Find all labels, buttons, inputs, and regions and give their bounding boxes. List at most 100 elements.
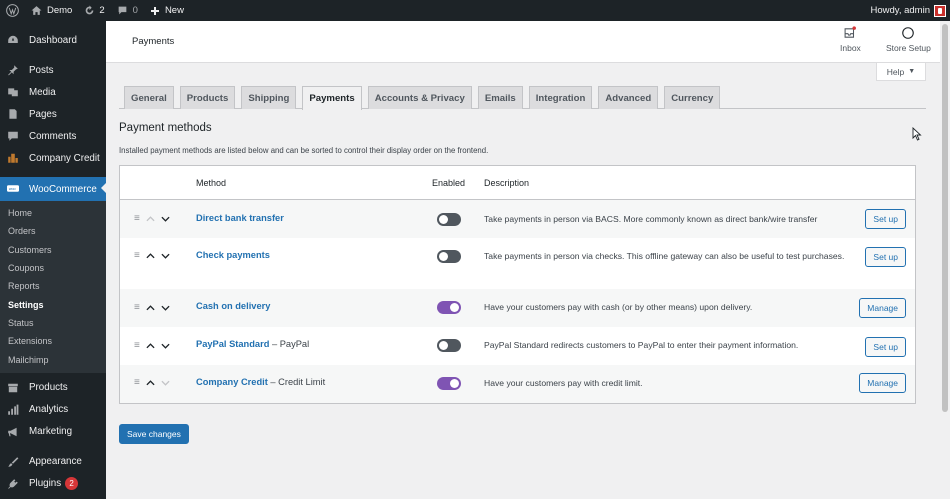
sort-controls: ≡ — [134, 250, 170, 261]
chevron-down-icon[interactable] — [161, 214, 170, 223]
greeting: Howdy, admin — [870, 5, 931, 16]
gateway-name-link[interactable]: Company Credit – Credit Limit — [196, 377, 325, 387]
tab-currency[interactable]: Currency — [664, 86, 721, 109]
new-content-link[interactable]: New — [144, 0, 190, 21]
section-description: Installed payment methods are listed bel… — [119, 146, 489, 155]
enabled-toggle[interactable] — [437, 339, 461, 352]
gateway-name-link[interactable]: Check payments — [196, 250, 270, 260]
sidebar-item-woocommerce[interactable]: woo WooCommerce — [0, 177, 106, 201]
setup-button[interactable]: Set up — [865, 247, 906, 267]
drag-handle-icon[interactable]: ≡ — [134, 302, 140, 313]
sidebar-item-posts[interactable]: Posts — [0, 59, 106, 81]
enabled-toggle[interactable] — [437, 301, 461, 314]
manage-button[interactable]: Manage — [859, 298, 906, 318]
chevron-down-icon[interactable] — [161, 341, 170, 350]
table-row: ≡ Check payments Take payments in person… — [120, 238, 915, 289]
sidebar-item-comments[interactable]: Comments — [0, 125, 106, 147]
submenu-item-coupons[interactable]: Coupons — [0, 259, 106, 277]
gateway-name-link[interactable]: PayPal Standard – PayPal — [196, 339, 309, 349]
sidebar-item-marketing[interactable]: Marketing — [0, 421, 106, 443]
chevron-up-icon[interactable] — [146, 341, 155, 350]
submenu-item-home[interactable]: Home — [0, 204, 106, 222]
gateway-name-link[interactable]: Cash on delivery — [196, 301, 270, 311]
admin-sidebar: Dashboard Posts Media Pages Comments Com… — [0, 21, 106, 499]
archive-icon — [7, 382, 19, 394]
sidebar-item-label: Dashboard — [29, 34, 77, 46]
gateway-name: PayPal Standard — [196, 339, 270, 349]
sidebar-item-products[interactable]: Products — [0, 377, 106, 399]
setup-button[interactable]: Set up — [865, 209, 906, 229]
sidebar-item-analytics[interactable]: Analytics — [0, 399, 106, 421]
help-tab-button[interactable]: Help ▼ — [876, 63, 926, 81]
save-changes-button[interactable]: Save changes — [119, 424, 189, 444]
enabled-toggle[interactable] — [437, 377, 461, 390]
tab-advanced[interactable]: Advanced — [598, 86, 659, 109]
account-menu[interactable]: Howdy, admin — [870, 4, 950, 17]
drag-handle-icon[interactable]: ≡ — [134, 340, 140, 351]
submenu-item-extensions[interactable]: Extensions — [0, 332, 106, 350]
submenu-item-reports[interactable]: Reports — [0, 277, 106, 295]
tab-integration[interactable]: Integration — [528, 86, 593, 109]
tab-accounts-privacy[interactable]: Accounts & Privacy — [367, 86, 472, 109]
svg-text:woo: woo — [9, 187, 16, 191]
settings-tabs: General Products Shipping Payments Accou… — [119, 86, 926, 110]
sidebar-item-media[interactable]: Media — [0, 81, 106, 103]
woo-icon: woo — [7, 183, 19, 195]
gateway-name: Direct bank transfer — [196, 213, 284, 223]
submenu-item-settings[interactable]: Settings — [0, 295, 106, 313]
gateway-subtitle: – PayPal — [269, 339, 310, 349]
chevron-up-icon[interactable] — [146, 303, 155, 312]
chevron-up-icon[interactable] — [146, 251, 155, 260]
tab-emails[interactable]: Emails — [477, 86, 523, 109]
wordpress-logo-icon[interactable] — [0, 0, 25, 21]
sidebar-item-dashboard[interactable]: Dashboard — [0, 29, 106, 51]
comment-icon — [118, 6, 126, 15]
chevron-down-icon[interactable] — [161, 303, 170, 312]
submenu-item-status[interactable]: Status — [0, 314, 106, 332]
gateway-description: Have your customers pay with cash (or by… — [484, 302, 753, 312]
scrollbar-thumb[interactable] — [942, 24, 948, 412]
setup-button[interactable]: Set up — [865, 337, 906, 357]
gateway-name: Company Credit — [196, 377, 268, 387]
submenu-item-orders[interactable]: Orders — [0, 222, 106, 240]
gateway-description: Take payments in person via checks. This… — [484, 251, 845, 261]
drag-handle-icon[interactable]: ≡ — [134, 250, 140, 261]
page-scrollbar[interactable] — [940, 21, 950, 499]
sidebar-item-label: Company Credit — [29, 152, 100, 164]
drag-handle-icon[interactable]: ≡ — [134, 213, 140, 224]
sidebar-item-appearance[interactable]: Appearance — [0, 451, 106, 473]
enabled-toggle[interactable] — [437, 213, 461, 226]
chevron-up-icon[interactable] — [146, 378, 155, 387]
comments-count: 0 — [132, 5, 138, 16]
comments-link[interactable]: 0 — [111, 0, 144, 21]
sidebar-item-plugins[interactable]: Plugins 2 — [0, 473, 106, 495]
submenu-item-customers[interactable]: Customers — [0, 241, 106, 259]
media-icon — [7, 86, 19, 98]
column-header-description: Description — [484, 178, 530, 188]
sidebar-item-pages[interactable]: Pages — [0, 103, 106, 125]
tab-shipping[interactable]: Shipping — [241, 86, 297, 109]
store-setup-button[interactable]: Store Setup — [886, 26, 931, 53]
submenu-item-mailchimp[interactable]: Mailchimp — [0, 350, 106, 368]
gateway-description: Have your customers pay with credit limi… — [484, 378, 643, 388]
inbox-button[interactable]: Inbox — [840, 26, 861, 53]
tab-products[interactable]: Products — [179, 86, 236, 109]
sidebar-item-label: Comments — [29, 130, 77, 142]
enabled-toggle[interactable] — [437, 250, 461, 263]
tab-general[interactable]: General — [124, 86, 174, 109]
page-icon — [7, 108, 19, 120]
drag-handle-icon[interactable]: ≡ — [134, 377, 140, 388]
gateway-subtitle: – Credit Limit — [267, 377, 326, 387]
gateway-name-link[interactable]: Direct bank transfer — [196, 213, 284, 223]
avatar — [934, 4, 946, 17]
tab-payments[interactable]: Payments — [302, 86, 362, 110]
building-icon — [7, 152, 19, 164]
chevron-down-icon[interactable] — [161, 251, 170, 260]
sidebar-item-company-credit[interactable]: Company Credit — [0, 147, 106, 169]
updates-link[interactable]: 2 — [78, 0, 110, 21]
admin-bar: Demo 2 0 New Howdy, admin — [0, 0, 950, 21]
site-name-link[interactable]: Demo — [25, 0, 78, 21]
help-label: Help — [886, 66, 905, 77]
sort-controls: ≡ — [134, 213, 170, 224]
manage-button[interactable]: Manage — [859, 373, 906, 393]
